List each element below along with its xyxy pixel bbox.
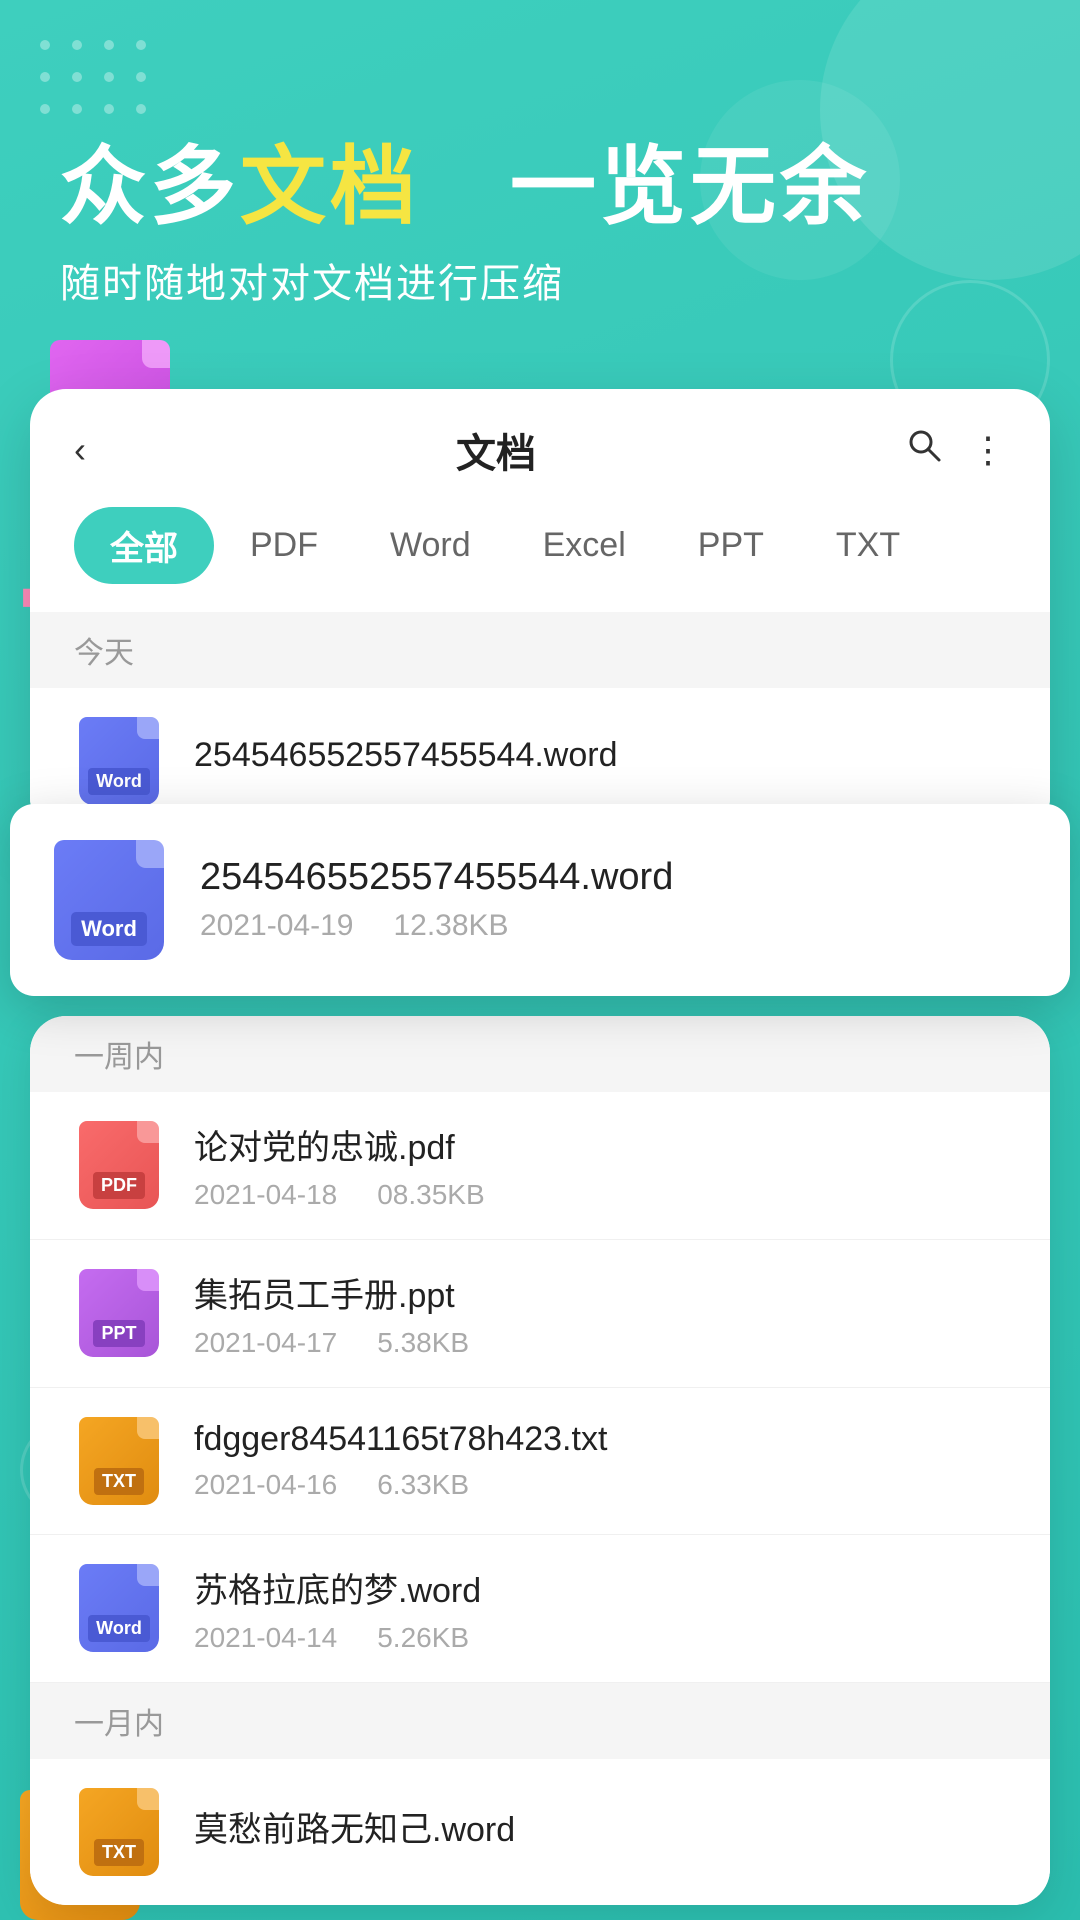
- word2-file-date: 2021-04-14: [194, 1622, 337, 1654]
- toolbar-title: 文档: [456, 421, 536, 479]
- file-item-month-1[interactable]: TXT 莫愁前路无知己.word: [30, 1759, 1050, 1905]
- more-icon[interactable]: ⋮: [970, 429, 1006, 471]
- header-title: 众多文档 一览无余: [60, 140, 1020, 235]
- section-today: 今天: [30, 612, 1050, 688]
- pdf-file-size: 08.35KB: [377, 1179, 484, 1211]
- txt-file-date: 2021-04-16: [194, 1469, 337, 1501]
- pdf-file-name: 论对党的忠诚.pdf: [194, 1120, 1006, 1169]
- txt-file-info: fdgger84541165t78h423.txt 2021-04-16 6.3…: [194, 1420, 1006, 1501]
- tab-ppt[interactable]: PPT: [662, 512, 800, 579]
- txt-icon: TXT: [79, 1417, 159, 1505]
- txt-icon-label: TXT: [94, 1468, 144, 1495]
- pdf-file-date: 2021-04-18: [194, 1179, 337, 1211]
- pdf-icon: PDF: [79, 1121, 159, 1209]
- ppt-file-info: 集拓员工手册.ppt 2021-04-17 5.38KB: [194, 1268, 1006, 1359]
- ppt-icon-label: PPT: [93, 1320, 144, 1347]
- week-card: 一周内 PDF 论对党的忠诚.pdf 2021-04-18 08.35KB PP…: [30, 1016, 1050, 1905]
- word-large-label: Word: [71, 912, 147, 946]
- title-part2: 一览无余: [510, 139, 870, 235]
- word-icon-label: Word: [88, 768, 150, 795]
- card-inner: ‹ 文档 ⋮ 全部 PDF Word Excel: [30, 389, 1050, 834]
- word2-icon-label: Word: [88, 1615, 150, 1642]
- txt2-icon-wrap: TXT: [74, 1787, 164, 1877]
- main-card: ‹ 文档 ⋮ 全部 PDF Word Excel: [30, 389, 1050, 834]
- month-file-info: 莫愁前路无知己.word: [194, 1802, 1006, 1861]
- word2-file-size: 5.26KB: [377, 1622, 469, 1654]
- pdf-file-meta: 2021-04-18 08.35KB: [194, 1179, 1006, 1211]
- title-part1: 众多: [60, 139, 240, 235]
- tab-pdf[interactable]: PDF: [214, 512, 354, 579]
- ppt-file-size: 5.38KB: [377, 1327, 469, 1359]
- highlighted-file-date: 2021-04-19: [200, 909, 353, 943]
- back-button[interactable]: ‹: [74, 429, 86, 471]
- title-highlight: 文档: [240, 139, 420, 235]
- floating-highlighted-card[interactable]: Word 254546552557455544.word 2021-04-19 …: [10, 804, 1070, 996]
- word2-file-meta: 2021-04-14 5.26KB: [194, 1622, 1006, 1654]
- txt-icon-wrap: TXT: [74, 1416, 164, 1506]
- txt-file-name: fdgger84541165t78h423.txt: [194, 1420, 1006, 1459]
- section-month: 一月内: [30, 1683, 1050, 1759]
- highlighted-file-size: 12.38KB: [393, 909, 508, 943]
- pdf-icon-label: PDF: [93, 1172, 145, 1199]
- file-item-pdf[interactable]: PDF 论对党的忠诚.pdf 2021-04-18 08.35KB: [30, 1092, 1050, 1240]
- filter-tabs: 全部 PDF Word Excel PPT TXT: [30, 507, 1050, 612]
- search-icon[interactable]: [906, 427, 942, 472]
- word-icon-large: Word: [54, 840, 164, 960]
- toolbar-icons: ⋮: [906, 427, 1006, 472]
- txt-file-size: 6.33KB: [377, 1469, 469, 1501]
- floating-card-wrapper: Word 254546552557455544.word 2021-04-19 …: [20, 804, 1060, 996]
- word2-icon: Word: [79, 1564, 159, 1652]
- tab-txt[interactable]: TXT: [800, 512, 936, 579]
- word2-icon-wrap: Word: [74, 1563, 164, 1653]
- highlighted-file-name: 254546552557455544.word: [200, 856, 1026, 899]
- file-info: 254546552557455544.word: [194, 736, 1006, 785]
- txt-file-meta: 2021-04-16 6.33KB: [194, 1469, 1006, 1501]
- word2-file-name: 苏格拉底的梦.word: [194, 1563, 1006, 1612]
- word-icon: Word: [79, 717, 159, 805]
- word-icon-small: Word: [74, 716, 164, 806]
- header-area: 众多文档 一览无余 随时随地对对文档进行压缩: [0, 0, 1080, 349]
- page: 众多文档 一览无余 随时随地对对文档进行压缩 PPT ✚ TXT ‹ 文档: [0, 0, 1080, 1920]
- ppt-file-date: 2021-04-17: [194, 1327, 337, 1359]
- highlighted-file-info: 254546552557455544.word 2021-04-19 12.38…: [200, 856, 1026, 943]
- ppt-icon: PPT: [79, 1269, 159, 1357]
- ppt-file-meta: 2021-04-17 5.38KB: [194, 1327, 1006, 1359]
- tab-excel[interactable]: Excel: [507, 512, 662, 579]
- txt2-icon: TXT: [79, 1788, 159, 1876]
- txt2-icon-label: TXT: [94, 1839, 144, 1866]
- month-file-name: 莫愁前路无知己.word: [194, 1802, 1006, 1851]
- section-week: 一周内: [30, 1016, 1050, 1092]
- tab-all[interactable]: 全部: [74, 507, 214, 584]
- pdf-icon-wrap: PDF: [74, 1120, 164, 1210]
- tab-word[interactable]: Word: [354, 512, 507, 579]
- ppt-icon-wrap: PPT: [74, 1268, 164, 1358]
- highlighted-file-meta: 2021-04-19 12.38KB: [200, 909, 1026, 943]
- file-item-ppt[interactable]: PPT 集拓员工手册.ppt 2021-04-17 5.38KB: [30, 1240, 1050, 1388]
- file-item-txt[interactable]: TXT fdgger84541165t78h423.txt 2021-04-16…: [30, 1388, 1050, 1535]
- ppt-file-name: 集拓员工手册.ppt: [194, 1268, 1006, 1317]
- file-item-word2[interactable]: Word 苏格拉底的梦.word 2021-04-14 5.26KB: [30, 1535, 1050, 1683]
- header-subtitle: 随时随地对对文档进行压缩: [60, 251, 1020, 309]
- word2-file-info: 苏格拉底的梦.word 2021-04-14 5.26KB: [194, 1563, 1006, 1654]
- file-name: 254546552557455544.word: [194, 736, 1006, 775]
- card-toolbar: ‹ 文档 ⋮: [30, 389, 1050, 507]
- pdf-file-info: 论对党的忠诚.pdf 2021-04-18 08.35KB: [194, 1120, 1006, 1211]
